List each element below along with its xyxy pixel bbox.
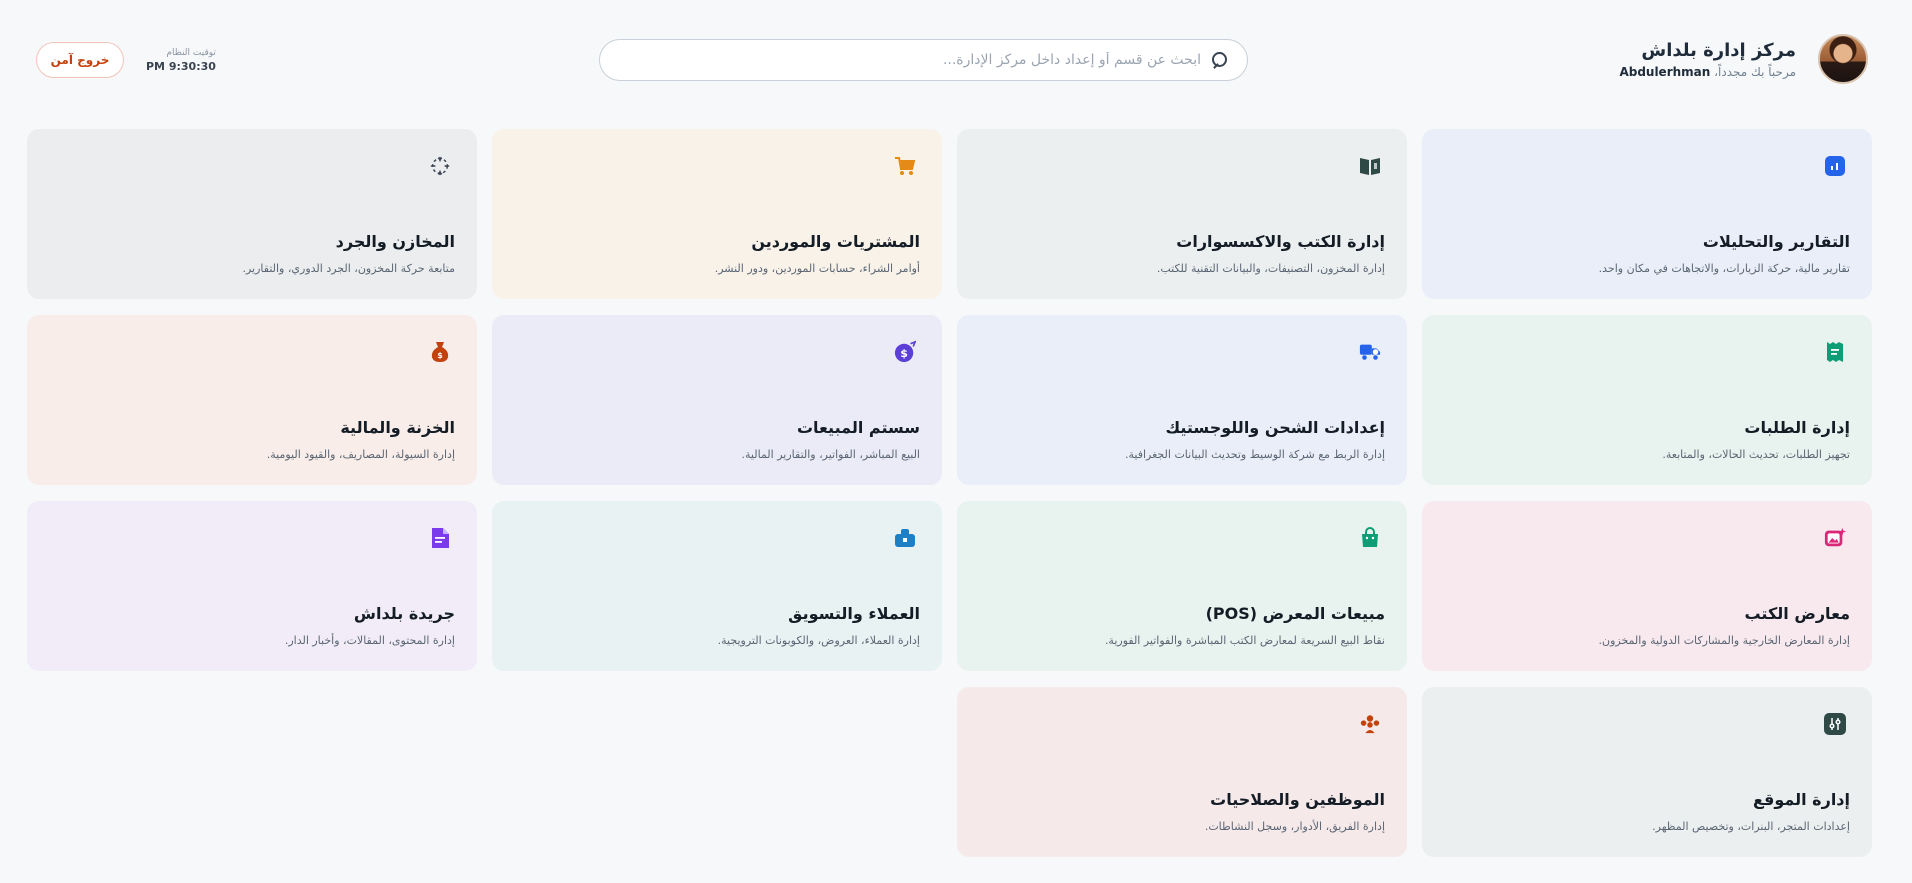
- truck-icon: [1359, 341, 1381, 363]
- module-card-title: إدارة الكتب والاكسسوارات: [1176, 232, 1385, 251]
- module-card[interactable]: إعدادات الشحن واللوجستيك إدارة الربط مع ش…: [957, 315, 1407, 485]
- module-card-description: إدارة السيولة، المصاريف، والقيود اليومية…: [266, 448, 455, 461]
- module-card[interactable]: $ سستم المبيعات البيع المباشر، الفواتير، و…: [492, 315, 942, 485]
- module-card[interactable]: إدارة الكتب والاكسسوارات إدارة المخزون، ا…: [957, 129, 1407, 299]
- clock-label: توقيت النظام: [166, 48, 216, 58]
- module-card-title: الخزنة والمالية: [340, 418, 455, 437]
- cart-icon: [894, 155, 916, 177]
- logout-button[interactable]: خروج آمن: [36, 42, 124, 78]
- module-card-description: نقاط البيع السريعة لمعارض الكتب المباشرة…: [1104, 634, 1385, 647]
- module-card-title: التقارير والتحليلات: [1702, 232, 1850, 251]
- module-card-title: إدارة الموقع: [1752, 790, 1850, 809]
- module-card-title: معارض الكتب: [1744, 604, 1850, 623]
- module-card[interactable]: العملاء والتسويق إدارة العملاء، العروض، و…: [492, 501, 942, 671]
- header: مركز إدارة بلداش مرحباً بك مجدداً، Abdul…: [0, 0, 1912, 120]
- username: Abdulerhman: [1619, 64, 1711, 79]
- module-card[interactable]: $ الخزنة والمالية إدارة السيولة، المصاريف،…: [27, 315, 477, 485]
- module-card-description: تقارير مالية، حركة الزيارات، والاتجاهات …: [1598, 262, 1850, 275]
- system-clock: توقيت النظام PM 9:30:30: [146, 48, 216, 73]
- receipt-icon: [1824, 341, 1846, 363]
- money-bag-icon: $: [429, 341, 451, 363]
- module-card[interactable]: المخازن والجرد متابعة حركة المخزون، الجرد…: [27, 129, 477, 299]
- module-card-title: المخازن والجرد: [335, 232, 455, 251]
- module-card-title: إعدادات الشحن واللوجستيك: [1165, 418, 1385, 437]
- svg-text:$: $: [437, 351, 443, 360]
- module-card-title: الموظفين والصلاحيات: [1210, 790, 1385, 809]
- svg-text:$: $: [900, 347, 908, 360]
- book-icon: [1359, 155, 1381, 177]
- module-card-description: إدارة المحتوى، المقالات، وأخبار الدار.: [284, 634, 455, 647]
- module-card[interactable]: إدارة الطلبات تجهيز الطلبات، تحديث الحالا…: [1422, 315, 1872, 485]
- brand: مركز إدارة بلداش مرحباً بك مجدداً، Abdul…: [1619, 34, 1868, 84]
- module-card-title: جريدة بلداش: [353, 604, 455, 623]
- sliders-icon: [1824, 713, 1846, 735]
- welcome-text: مرحباً بك مجدداً،: [1714, 64, 1796, 79]
- modules-grid: التقارير والتحليلات تقارير مالية، حركة ال…: [27, 129, 1872, 857]
- module-card-title: مبيعات المعرض (POS): [1205, 604, 1385, 623]
- scan-icon: [429, 155, 451, 177]
- newspaper-icon: [429, 527, 451, 549]
- module-card-description: إدارة المعارض الخارجية والمشاركات الدولي…: [1598, 634, 1851, 647]
- megaphone-icon: [894, 527, 916, 549]
- module-card[interactable]: جريدة بلداش إدارة المحتوى، المقالات، وأخب…: [27, 501, 477, 671]
- module-card[interactable]: التقارير والتحليلات تقارير مالية، حركة ال…: [1422, 129, 1872, 299]
- module-card-title: العملاء والتسويق: [788, 604, 920, 623]
- search-icon: [1211, 51, 1229, 69]
- brand-text: مركز إدارة بلداش مرحباً بك مجدداً، Abdul…: [1619, 40, 1796, 79]
- module-card-title: سستم المبيعات: [796, 418, 920, 437]
- search-bar[interactable]: [599, 39, 1248, 81]
- chart-icon: [1824, 155, 1846, 177]
- module-card-description: البيع المباشر، الفواتير، والتقارير المال…: [741, 448, 920, 461]
- module-card-description: متابعة حركة المخزون، الجرد الدوري، والتق…: [242, 262, 455, 275]
- image-star-icon: [1824, 527, 1846, 549]
- module-card-description: إدارة العملاء، العروض، والكوبونات التروي…: [717, 634, 920, 647]
- module-card-title: المشتريات والموردين: [751, 232, 920, 251]
- avatar[interactable]: [1818, 34, 1868, 84]
- clock-time: PM 9:30:30: [146, 60, 216, 73]
- module-card-description: إدارة الفريق، الأدوار، وسجل النشاطات.: [1204, 820, 1385, 833]
- dollar-icon: $: [894, 340, 916, 363]
- module-card[interactable]: معارض الكتب إدارة المعارض الخارجية والمشا…: [1422, 501, 1872, 671]
- module-card-title: إدارة الطلبات: [1744, 418, 1850, 437]
- module-card-description: إدارة الربط مع شركة الوسيط وتحديث البيان…: [1125, 448, 1385, 461]
- search-input[interactable]: [618, 52, 1201, 68]
- module-card-description: إدارة المخزون، التصنيفات، والبيانات التق…: [1156, 262, 1385, 275]
- team-icon: [1359, 713, 1381, 735]
- module-card-description: إعدادات المتجر، البنرات، وتخصيص المظهر.: [1652, 820, 1850, 833]
- module-card[interactable]: إدارة الموقع إعدادات المتجر، البنرات، وتخ…: [1422, 687, 1872, 857]
- module-card-description: أوامر الشراء، حسابات الموردين، ودور النش…: [714, 262, 920, 275]
- shopping-bag-icon: [1359, 527, 1381, 549]
- welcome-line: مرحباً بك مجدداً، Abdulerhman: [1619, 65, 1796, 79]
- module-card[interactable]: المشتريات والموردين أوامر الشراء، حسابات …: [492, 129, 942, 299]
- page-title: مركز إدارة بلداش: [1641, 39, 1796, 61]
- module-card[interactable]: الموظفين والصلاحيات إدارة الفريق، الأدوار…: [957, 687, 1407, 857]
- module-card-description: تجهيز الطلبات، تحديث الحالات، والمتابعة.: [1662, 448, 1850, 461]
- module-card[interactable]: مبيعات المعرض (POS) نقاط البيع السريعة لم…: [957, 501, 1407, 671]
